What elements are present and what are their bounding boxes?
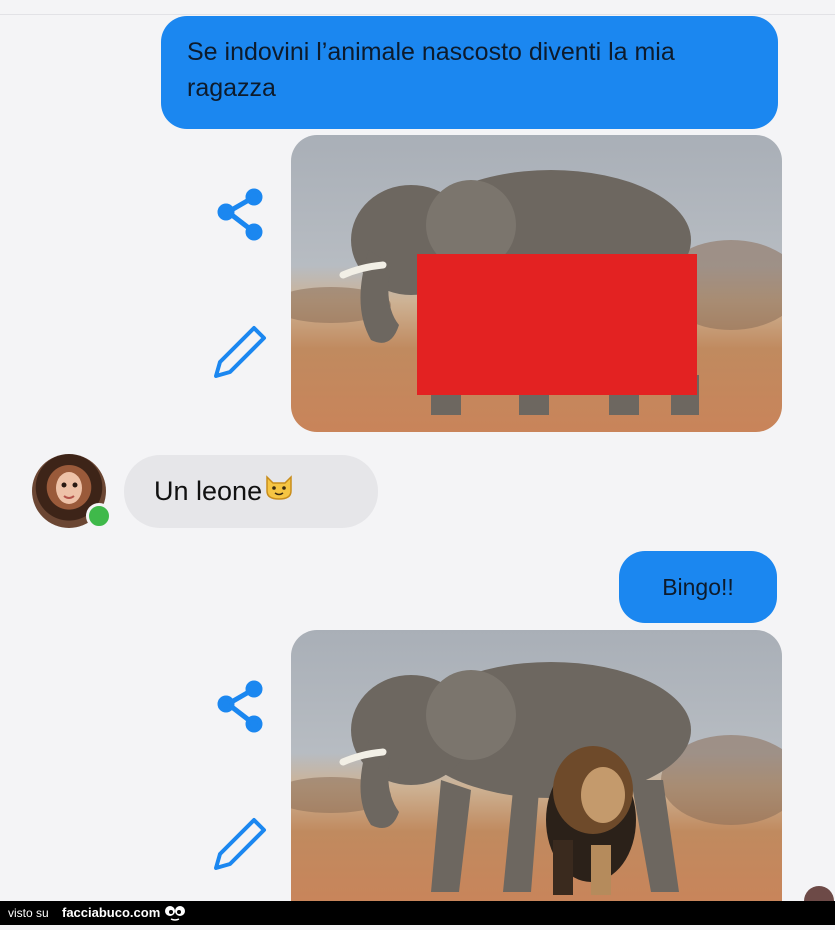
message-text: Bingo!! [662,574,734,600]
edit-pencil-icon[interactable] [208,322,268,382]
facciabuco-logo-icon [164,904,186,930]
avatar [804,886,834,902]
elephant-lion-photo[interactable] [291,630,782,910]
incoming-message-bubble[interactable]: Un leone [124,455,378,528]
footer-visto-text: visto su [8,906,49,920]
online-status-dot [86,503,112,529]
elephant-censored-photo[interactable] [291,135,782,432]
footer-brand: facciabuco.com [62,905,161,920]
share-icon[interactable] [208,184,268,244]
share-icon[interactable] [208,676,268,736]
top-divider [0,14,835,15]
outgoing-message-bubble[interactable]: Se indovini l’animale nascosto diventi l… [161,16,778,129]
watermark-footer: visto su facciabuco.com [0,901,835,925]
message-text: Se indovini l’animale nascosto diventi l… [187,38,675,102]
message-text: Un leone [154,476,263,506]
edit-pencil-icon[interactable] [208,814,268,874]
red-censor-box [417,254,697,395]
outgoing-message-bubble[interactable]: Bingo!! [619,551,777,623]
cat-face-emoji-icon [264,456,294,529]
